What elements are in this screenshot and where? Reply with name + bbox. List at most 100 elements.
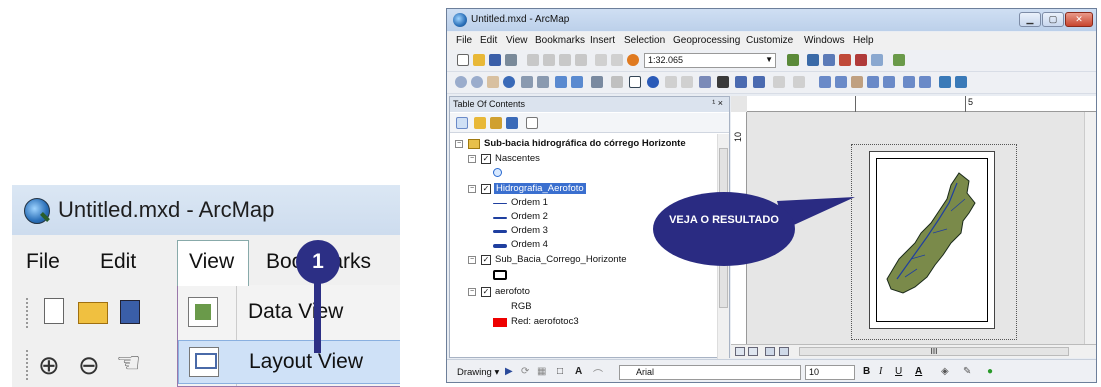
- menu-file[interactable]: File: [456, 35, 472, 46]
- line-color-icon[interactable]: ✎: [963, 366, 971, 377]
- pin-close-icons[interactable]: ¹ ×: [712, 98, 723, 108]
- table-of-contents-icon[interactable]: [807, 54, 819, 66]
- cut-icon[interactable]: [527, 54, 539, 66]
- full-extent-icon[interactable]: [503, 76, 515, 88]
- find-icon[interactable]: [717, 76, 729, 88]
- layer-row-nascentes[interactable]: − ✓ Nascentes: [450, 153, 718, 167]
- select-elements-icon[interactable]: ▶: [505, 366, 513, 377]
- paste-icon[interactable]: [559, 54, 571, 66]
- undo-icon[interactable]: [595, 54, 607, 66]
- go-to-xy-icon[interactable]: [753, 76, 765, 88]
- clear-selection-icon[interactable]: [611, 76, 623, 88]
- measure-icon[interactable]: [699, 76, 711, 88]
- list-by-source-icon[interactable]: [474, 117, 486, 129]
- menu-item-data-view[interactable]: Data View: [178, 291, 400, 335]
- minimize-button[interactable]: ▁: [1019, 12, 1041, 27]
- menu-geoprocessing[interactable]: Geoprocessing: [673, 35, 740, 46]
- menu-bookmarks[interactable]: Bookmarks: [535, 35, 585, 46]
- italic-button[interactable]: I: [879, 366, 882, 377]
- layer-visibility-checkbox[interactable]: ✓: [481, 255, 491, 265]
- data-view-toggle[interactable]: [735, 347, 745, 356]
- layout-vertical-scrollbar[interactable]: [1084, 112, 1096, 344]
- layer-visibility-checkbox[interactable]: ✓: [481, 184, 491, 194]
- save-icon[interactable]: [120, 300, 140, 324]
- collapse-icon[interactable]: −: [468, 155, 476, 163]
- zoom-in-icon[interactable]: [455, 76, 467, 88]
- rotate-icon[interactable]: ⟳: [521, 366, 529, 377]
- layer-visibility-checkbox[interactable]: ✓: [481, 287, 491, 297]
- time-slider-icon[interactable]: [773, 76, 785, 88]
- rectangle-tool-icon[interactable]: □: [557, 366, 563, 377]
- editor-icon[interactable]: [787, 54, 799, 66]
- layout-horizontal-scrollbar[interactable]: III: [799, 347, 1069, 356]
- menu-selection[interactable]: Selection: [624, 35, 665, 46]
- refresh-icon[interactable]: [765, 347, 775, 356]
- menu-customize[interactable]: Customize: [746, 35, 793, 46]
- layout-zoom-in-icon[interactable]: [819, 76, 831, 88]
- go-forward-extent-icon[interactable]: [955, 76, 967, 88]
- zoom-menu-edit[interactable]: Edit: [100, 250, 136, 274]
- add-data-icon[interactable]: [627, 54, 639, 66]
- drawing-menu[interactable]: Drawing ▾: [457, 367, 499, 378]
- new-document-icon[interactable]: [44, 298, 64, 324]
- forward-arrow-icon[interactable]: [571, 76, 583, 88]
- zoom-menu-file[interactable]: File: [26, 250, 60, 274]
- pan-hand-icon[interactable]: [487, 76, 499, 88]
- font-select[interactable]: Arial: [619, 365, 801, 380]
- delete-icon[interactable]: [575, 54, 587, 66]
- zoom-whole-page-icon[interactable]: [867, 76, 879, 88]
- layout-zoom-out-icon[interactable]: [835, 76, 847, 88]
- fixed-zoom-in-icon[interactable]: [521, 76, 533, 88]
- collapse-icon[interactable]: −: [468, 256, 476, 264]
- toolbar-grip[interactable]: [26, 298, 30, 328]
- python-window-icon[interactable]: [871, 54, 883, 66]
- close-button[interactable]: ✕: [1065, 12, 1093, 27]
- collapse-icon[interactable]: −: [468, 288, 476, 296]
- menu-insert[interactable]: Insert: [590, 35, 615, 46]
- layer-row-hidrografia[interactable]: − ✓ Hidrografia_Aerofoto: [450, 183, 718, 197]
- collapse-icon[interactable]: −: [468, 185, 476, 193]
- zoom-100-icon[interactable]: [883, 76, 895, 88]
- data-frame[interactable]: [876, 158, 988, 322]
- layer-row-aerofoto[interactable]: − ✓ aerofoto: [450, 286, 718, 300]
- search-window-icon[interactable]: [839, 54, 851, 66]
- create-viewer-icon[interactable]: [793, 76, 805, 88]
- options-icon[interactable]: [526, 117, 538, 129]
- map-scale-select[interactable]: 1:32.065 ▼: [644, 53, 776, 68]
- hyperlink-icon[interactable]: [665, 76, 677, 88]
- list-by-selection-icon[interactable]: [506, 117, 518, 129]
- go-back-extent-icon[interactable]: [939, 76, 951, 88]
- menu-windows[interactable]: Windows: [804, 35, 845, 46]
- list-by-visibility-icon[interactable]: [490, 117, 502, 129]
- identify-icon[interactable]: [647, 76, 659, 88]
- edit-vertices-icon[interactable]: ⌒: [593, 366, 603, 381]
- layer-visibility-checkbox[interactable]: ✓: [481, 154, 491, 164]
- select-elements-icon[interactable]: [629, 76, 641, 88]
- arctoolbox-icon[interactable]: [855, 54, 867, 66]
- zoom-to-selected-icon[interactable]: ▦: [537, 366, 546, 377]
- menu-item-layout-view[interactable]: Layout View: [178, 340, 400, 384]
- print-icon[interactable]: [505, 54, 517, 66]
- redo-icon[interactable]: [611, 54, 623, 66]
- pan-hand-icon[interactable]: ☜: [116, 346, 141, 379]
- zoom-out-icon[interactable]: ⊖: [78, 350, 100, 381]
- font-color-button[interactable]: A: [915, 366, 922, 377]
- open-folder-icon[interactable]: [78, 302, 108, 324]
- maximize-button[interactable]: ▢: [1042, 12, 1064, 27]
- menu-help[interactable]: Help: [853, 35, 874, 46]
- catalog-icon[interactable]: [823, 54, 835, 66]
- underline-button[interactable]: U: [895, 366, 902, 377]
- list-by-drawing-order-icon[interactable]: [456, 117, 468, 129]
- collapse-icon[interactable]: −: [455, 140, 463, 148]
- layout-view-toggle[interactable]: [748, 347, 758, 356]
- html-popup-icon[interactable]: [681, 76, 693, 88]
- text-tool-icon[interactable]: A: [575, 366, 582, 377]
- back-arrow-icon[interactable]: [555, 76, 567, 88]
- pause-drawing-icon[interactable]: [779, 347, 789, 356]
- marker-color-icon[interactable]: ●: [987, 366, 993, 377]
- fixed-zoom-out-layout-icon[interactable]: [919, 76, 931, 88]
- zoom-out-icon[interactable]: [471, 76, 483, 88]
- find-route-icon[interactable]: [735, 76, 747, 88]
- fixed-zoom-in-layout-icon[interactable]: [903, 76, 915, 88]
- zoom-in-icon[interactable]: ⊕: [38, 350, 60, 381]
